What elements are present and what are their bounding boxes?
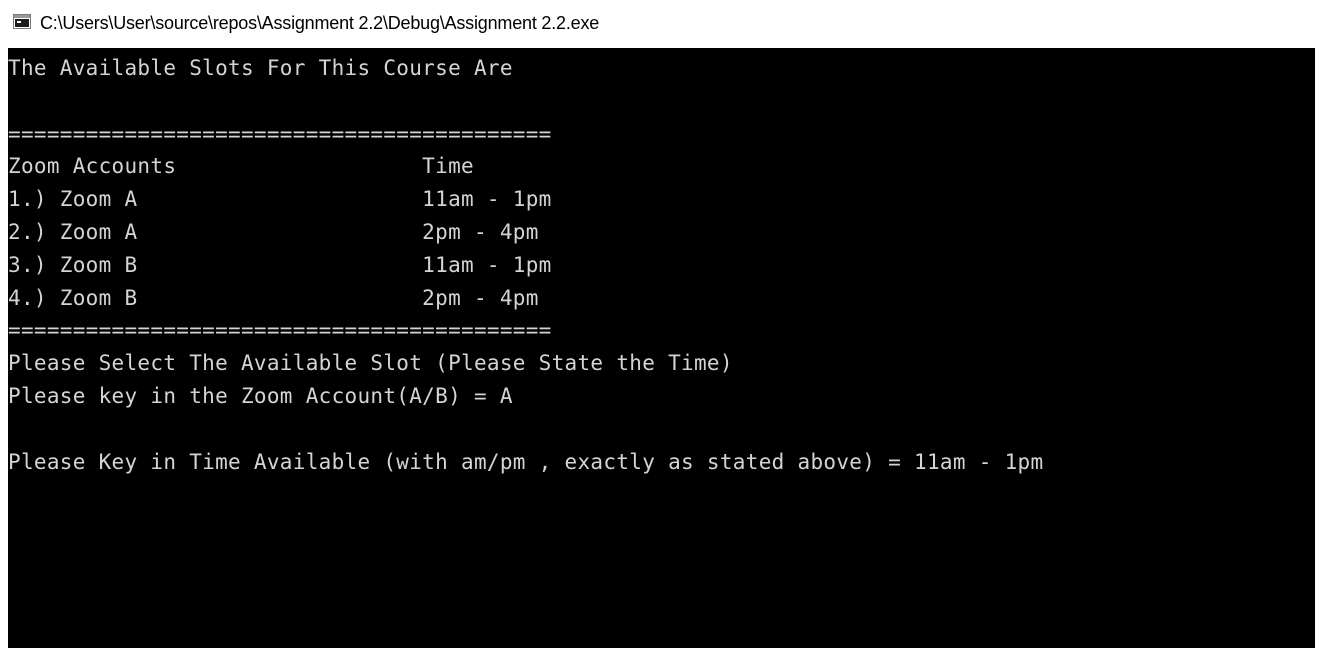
- title-bar[interactable]: C:\Users\User\source\repos\Assignment 2.…: [0, 0, 1323, 48]
- console-line-select-prompt: Please Select The Available Slot (Please…: [8, 351, 733, 376]
- console-line-header: The Available Slots For This Course Are: [8, 56, 513, 80]
- console-line-separator: ========================================…: [8, 318, 552, 343]
- console-line-slot-4: 4.) Zoom B 2pm - 4pm: [8, 285, 539, 310]
- console-line-blank: [8, 85, 1043, 118]
- console-line-account-input: Please key in the Zoom Account(A/B) = A: [8, 383, 513, 408]
- console-line-slot-2: 2.) Zoom A 2pm - 4pm: [8, 219, 539, 244]
- console-line-time-input: Please Key in Time Available (with am/pm…: [8, 449, 1044, 474]
- console-line-table-header: Zoom Accounts Time: [8, 154, 474, 179]
- console-line-separator: ========================================…: [8, 121, 552, 146]
- console-output-area[interactable]: The Available Slots For This Course Are …: [8, 48, 1315, 648]
- console-lines: The Available Slots For This Course Are …: [8, 52, 1043, 478]
- console-app-icon[interactable]: [13, 14, 31, 29]
- console-line-slot-3: 3.) Zoom B 11am - 1pm: [8, 252, 552, 277]
- console-line-slot-1: 1.) Zoom A 11am - 1pm: [8, 187, 552, 212]
- console-line-blank: [8, 413, 1043, 446]
- console-window: C:\Users\User\source\repos\Assignment 2.…: [0, 0, 1323, 648]
- window-title: C:\Users\User\source\repos\Assignment 2.…: [40, 13, 600, 33]
